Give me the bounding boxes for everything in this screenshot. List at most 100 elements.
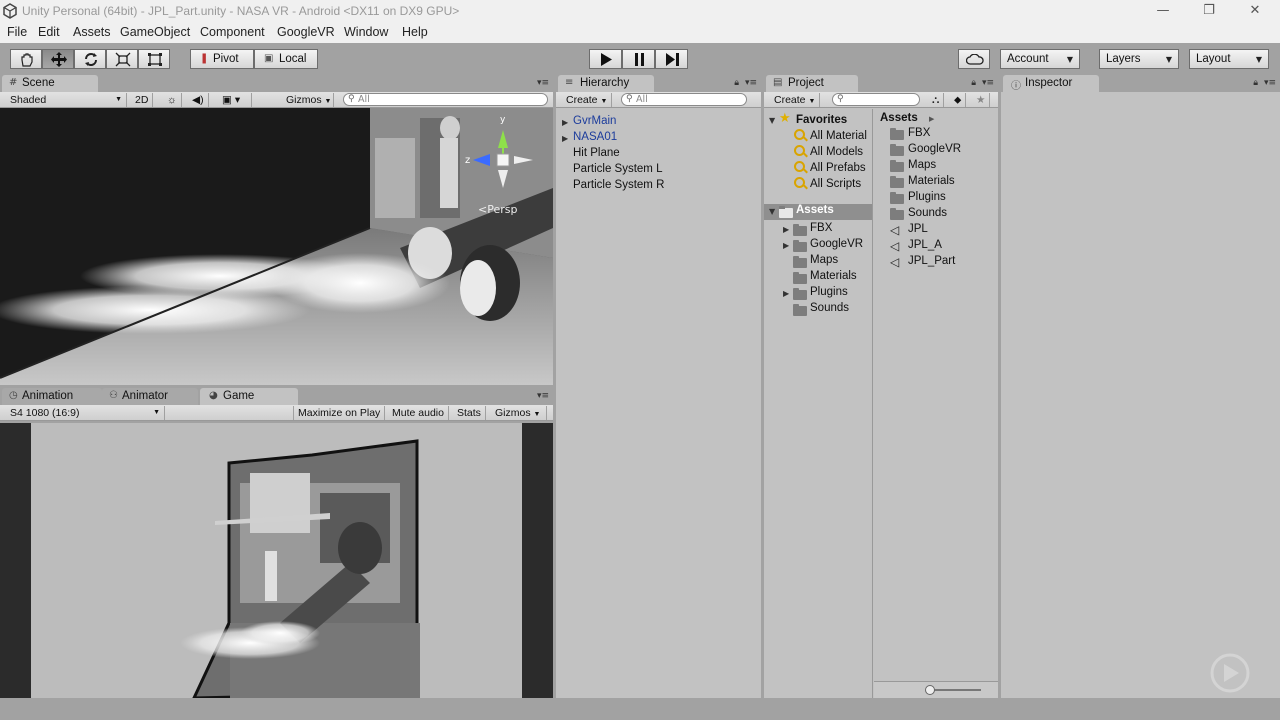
favorites-header[interactable]: Favorites [796, 114, 847, 126]
resolution-dropdown[interactable]: S4 1080 (16:9) ▼ [6, 406, 165, 420]
hierarchy-item[interactable]: Hit Plane [573, 147, 620, 159]
menu-googlevr[interactable]: GoogleVR [277, 25, 335, 39]
project-search-input[interactable]: ⚲ [832, 93, 920, 106]
expand-arrow-icon[interactable]: ▶ [562, 118, 568, 127]
asset-tree-item[interactable]: FBX [810, 222, 832, 234]
menu-assets[interactable]: Assets [73, 25, 111, 39]
panel-menu-icon[interactable]: ▾≡ [745, 78, 757, 88]
lighting-icon[interactable]: ☼ [163, 93, 182, 107]
layout-dropdown[interactable]: Layout ▼ [1189, 49, 1269, 69]
persp-label[interactable]: <Persp [478, 203, 517, 216]
effects-icon[interactable]: ▣ ▾ [218, 93, 252, 107]
tab-animation[interactable]: ◷ Animation [2, 388, 102, 405]
asset-item[interactable]: Sounds [908, 207, 947, 219]
2d-toggle[interactable]: 2D [131, 93, 154, 107]
pivot-toggle[interactable]: ❚ Pivot [190, 49, 254, 69]
expand-arrow-icon[interactable]: ▶ [783, 241, 789, 250]
scale-tool-button[interactable] [106, 49, 138, 69]
shading-mode-dropdown[interactable]: Shaded ▼ [6, 93, 127, 107]
rect-tool-button[interactable] [138, 49, 170, 69]
asset-tree-item[interactable]: Plugins [810, 286, 848, 298]
asset-tree-item[interactable]: Sounds [810, 302, 849, 314]
lock-icon[interactable]: 🔒︎ [1253, 78, 1258, 88]
breadcrumb[interactable]: Assets [880, 112, 918, 124]
asset-tree-item[interactable]: Materials [810, 270, 857, 282]
restore-button[interactable]: ❐ [1186, 0, 1232, 22]
tab-inspector[interactable]: ⓘ Inspector [1003, 75, 1099, 92]
filter-label-icon[interactable]: ⬥ [950, 93, 967, 107]
asset-item[interactable]: Materials [908, 175, 955, 187]
hierarchy-create-dropdown[interactable]: Create ▼ [562, 93, 612, 107]
asset-item[interactable]: JPL_A [908, 239, 942, 251]
favorite-item[interactable]: All Scripts [810, 178, 861, 190]
tab-animation-label: Animation [22, 390, 74, 402]
panel-menu-icon[interactable]: ▾≡ [982, 78, 994, 88]
move-tool-button[interactable] [42, 49, 74, 69]
tab-animator[interactable]: ⚇ Animator [102, 388, 198, 405]
panel-menu-icon[interactable]: ▾≡ [537, 391, 549, 401]
asset-tree-item[interactable]: Maps [810, 254, 838, 266]
tab-game[interactable]: ◕ Game [200, 388, 298, 405]
tab-hierarchy[interactable]: ≡ Hierarchy [558, 75, 654, 92]
collapse-arrow-icon[interactable]: ▼ [769, 116, 775, 125]
scene-gizmos-dropdown[interactable]: Gizmos ▼ [282, 93, 334, 107]
tab-scene[interactable]: # Scene [2, 75, 98, 92]
asset-item[interactable]: JPL_Part [908, 255, 955, 267]
hierarchy-search-input[interactable]: ⚲ All [621, 93, 747, 106]
favorite-star-icon[interactable]: ★ [972, 93, 991, 107]
rotate-tool-button[interactable] [74, 49, 106, 69]
menu-window[interactable]: Window [344, 25, 388, 39]
tab-project[interactable]: ▤ Project [766, 75, 858, 92]
expand-arrow-icon[interactable]: ▶ [783, 289, 789, 298]
scene-viewport[interactable] [0, 108, 553, 385]
panel-menu-icon[interactable]: ▾≡ [1264, 78, 1276, 88]
play-button[interactable] [589, 49, 622, 69]
menu-edit[interactable]: Edit [38, 25, 60, 39]
expand-arrow-icon[interactable]: ▶ [783, 225, 789, 234]
hand-tool-button[interactable] [10, 49, 42, 69]
panel-menu-icon[interactable]: ▾≡ [537, 78, 549, 88]
maximize-on-play-toggle[interactable]: Maximize on Play [293, 406, 386, 420]
icon-size-slider[interactable] [929, 689, 981, 691]
hierarchy-item[interactable]: Particle System R [573, 179, 664, 191]
asset-item[interactable]: JPL [908, 223, 928, 235]
lock-icon[interactable]: 🔒︎ [734, 78, 739, 88]
step-button[interactable] [655, 49, 688, 69]
game-viewport[interactable] [0, 423, 553, 698]
lock-icon[interactable]: 🔒︎ [971, 78, 976, 88]
asset-item[interactable]: GoogleVR [908, 143, 961, 155]
minimize-button[interactable]: — [1140, 0, 1186, 22]
stats-toggle[interactable]: Stats [453, 406, 486, 420]
hierarchy-item[interactable]: NASA01 [573, 131, 617, 143]
asset-item[interactable]: FBX [908, 127, 930, 139]
asset-item[interactable]: Plugins [908, 191, 946, 203]
assets-row-selected[interactable]: ▼ Assets [764, 204, 872, 220]
menu-component[interactable]: Component [200, 25, 265, 39]
mute-audio-toggle[interactable]: Mute audio [388, 406, 449, 420]
project-create-dropdown[interactable]: Create ▼ [770, 93, 820, 107]
menu-file[interactable]: File [7, 25, 27, 39]
menu-gameobject[interactable]: GameObject [120, 25, 190, 39]
cloud-button[interactable] [958, 49, 990, 69]
pause-button[interactable] [622, 49, 655, 69]
favorite-item[interactable]: All Models [810, 146, 863, 158]
search-filter-icon [794, 177, 805, 188]
game-gizmos-dropdown[interactable]: Gizmos ▼ [491, 406, 547, 420]
favorite-item[interactable]: All Material [810, 130, 867, 142]
expand-arrow-icon[interactable]: ▶ [562, 134, 568, 143]
close-button[interactable]: ✕ [1232, 0, 1278, 22]
scene-search-input[interactable]: ⚲ All [343, 93, 548, 106]
audio-icon[interactable]: ◀) [188, 93, 209, 107]
layers-dropdown[interactable]: Layers ▼ [1099, 49, 1179, 69]
menu-help[interactable]: Help [402, 25, 428, 39]
hierarchy-item[interactable]: Particle System L [573, 163, 662, 175]
hierarchy-item[interactable]: GvrMain [573, 115, 616, 127]
favorite-item[interactable]: All Prefabs [810, 162, 866, 174]
asset-tree-item[interactable]: GoogleVR [810, 238, 863, 250]
account-dropdown[interactable]: Account ▼ [1000, 49, 1080, 69]
slider-thumb[interactable] [925, 685, 935, 695]
tab-animator-label: Animator [122, 390, 169, 402]
filter-type-icon[interactable]: ⛬ [928, 93, 945, 107]
local-toggle[interactable]: ▣ Local [254, 49, 318, 69]
asset-item[interactable]: Maps [908, 159, 936, 171]
